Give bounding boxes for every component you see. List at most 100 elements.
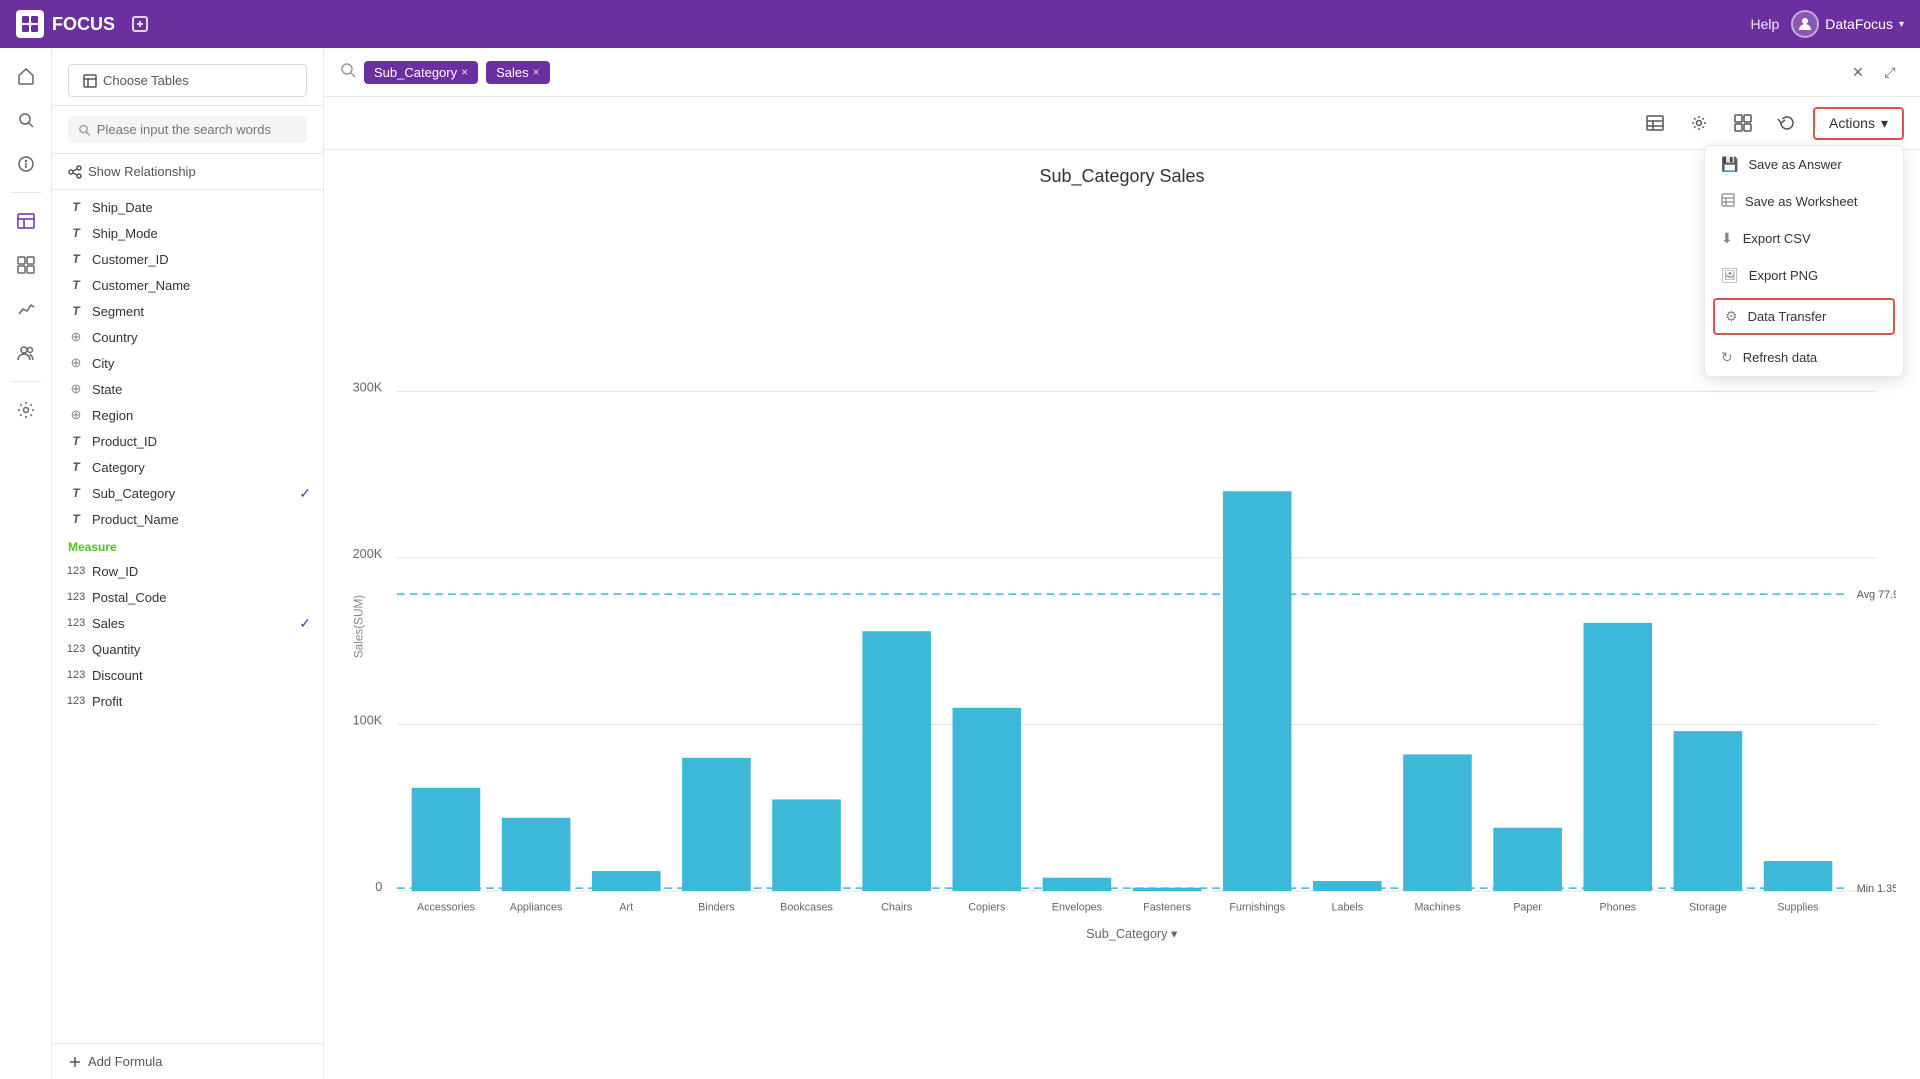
show-relationship-label: Show Relationship bbox=[88, 164, 196, 179]
bar-machines bbox=[1403, 754, 1472, 891]
bar-fasteners bbox=[1133, 888, 1202, 891]
field-label: Ship_Date bbox=[92, 200, 153, 215]
home-icon[interactable] bbox=[6, 56, 46, 96]
user-menu[interactable]: DataFocus ▾ bbox=[1791, 10, 1904, 38]
field-ship-mode[interactable]: T Ship_Mode bbox=[52, 220, 323, 246]
settings-icon[interactable] bbox=[6, 390, 46, 430]
field-profit[interactable]: 123 Profit bbox=[52, 688, 323, 714]
field-quantity[interactable]: 123 Quantity bbox=[52, 636, 323, 662]
field-customer-name[interactable]: T Customer_Name bbox=[52, 272, 323, 298]
expand-search-icon[interactable]: ⤢ bbox=[1876, 58, 1904, 86]
layout-icon[interactable] bbox=[6, 245, 46, 285]
actions-label: Actions bbox=[1829, 115, 1875, 131]
search-input[interactable] bbox=[558, 64, 1836, 80]
sidebar-search-area bbox=[52, 106, 323, 154]
bar-paper bbox=[1493, 828, 1562, 891]
sidebar-header: Choose Tables bbox=[52, 48, 323, 106]
field-label: Discount bbox=[92, 668, 143, 683]
field-category[interactable]: T Category bbox=[52, 454, 323, 480]
field-state[interactable]: ⊕ State bbox=[52, 376, 323, 402]
grid-view-icon[interactable] bbox=[1725, 105, 1761, 141]
svg-text:Art: Art bbox=[619, 902, 633, 914]
export-png-icon: 🖼 bbox=[1721, 267, 1739, 284]
chart-icon[interactable] bbox=[6, 289, 46, 329]
svg-text:Machines: Machines bbox=[1414, 902, 1460, 914]
text-type-icon: T bbox=[68, 251, 84, 267]
refresh-data-item[interactable]: ↻ Refresh data bbox=[1705, 339, 1903, 376]
add-tab-icon[interactable] bbox=[131, 15, 149, 33]
choose-tables-button[interactable]: Choose Tables bbox=[68, 64, 307, 97]
save-as-answer-item[interactable]: 💾 Save as Answer bbox=[1705, 146, 1903, 183]
field-ship-date[interactable]: T Ship_Date bbox=[52, 194, 323, 220]
field-label: Quantity bbox=[92, 642, 140, 657]
svg-text:Paper: Paper bbox=[1513, 902, 1542, 914]
field-row-id[interactable]: 123 Row_ID bbox=[52, 558, 323, 584]
field-product-name[interactable]: T Product_Name bbox=[52, 506, 323, 532]
svg-text:Min 1.35K: Min 1.35K bbox=[1857, 883, 1896, 895]
globe-type-icon: ⊕ bbox=[68, 329, 84, 345]
save-answer-icon: 💾 bbox=[1721, 156, 1738, 173]
search-nav-icon[interactable] bbox=[6, 100, 46, 140]
field-checked-icon: ✓ bbox=[299, 485, 311, 502]
svg-text:Sales(SUM): Sales(SUM) bbox=[353, 595, 366, 658]
tag-sales[interactable]: Sales × bbox=[486, 61, 550, 84]
field-segment[interactable]: T Segment bbox=[52, 298, 323, 324]
bar-envelopes bbox=[1043, 878, 1112, 891]
sidebar-search-input[interactable] bbox=[97, 122, 297, 137]
measure-section-label: Measure bbox=[52, 532, 323, 558]
field-sub-category[interactable]: T Sub_Category ✓ bbox=[52, 480, 323, 506]
globe-type-icon: ⊕ bbox=[68, 355, 84, 371]
bar-copiers bbox=[953, 708, 1022, 891]
clear-search-icon[interactable]: ✕ bbox=[1844, 58, 1872, 86]
export-csv-label: Export CSV bbox=[1743, 231, 1811, 246]
export-csv-item[interactable]: ⬇ Export CSV bbox=[1705, 220, 1903, 257]
tag-close-icon[interactable]: × bbox=[461, 65, 468, 79]
table-icon[interactable] bbox=[6, 201, 46, 241]
field-label: City bbox=[92, 356, 114, 371]
svg-text:Copiers: Copiers bbox=[968, 902, 1005, 914]
svg-text:Avg 77.95K: Avg 77.95K bbox=[1857, 589, 1896, 601]
field-country[interactable]: ⊕ Country bbox=[52, 324, 323, 350]
export-png-label: Export PNG bbox=[1749, 268, 1818, 283]
help-link[interactable]: Help bbox=[1750, 16, 1779, 32]
field-city[interactable]: ⊕ City bbox=[52, 350, 323, 376]
data-transfer-item[interactable]: ⚙ Data Transfer bbox=[1713, 298, 1895, 335]
svg-text:Chairs: Chairs bbox=[881, 902, 912, 914]
field-customer-id[interactable]: T Customer_ID bbox=[52, 246, 323, 272]
tag-sub-category[interactable]: Sub_Category × bbox=[364, 61, 478, 84]
show-relationship-btn[interactable]: Show Relationship bbox=[52, 154, 323, 190]
sidebar-footer: Add Formula bbox=[52, 1043, 323, 1079]
num-type-icon: 123 bbox=[68, 667, 84, 683]
field-sales[interactable]: 123 Sales ✓ bbox=[52, 610, 323, 636]
actions-button[interactable]: Actions ▾ bbox=[1813, 107, 1904, 140]
chart-title: Sub_Category Sales bbox=[348, 166, 1896, 187]
refresh-icon[interactable] bbox=[1769, 105, 1805, 141]
field-postal-code[interactable]: 123 Postal_Code bbox=[52, 584, 323, 610]
add-formula-button[interactable]: Add Formula bbox=[68, 1054, 307, 1069]
field-discount[interactable]: 123 Discount bbox=[52, 662, 323, 688]
svg-text:Binders: Binders bbox=[698, 902, 735, 914]
field-product-id[interactable]: T Product_ID bbox=[52, 428, 323, 454]
field-label: Product_Name bbox=[92, 512, 179, 527]
sidebar: Choose Tables Show Relationship T Ship_D… bbox=[52, 48, 324, 1079]
text-type-icon: T bbox=[68, 225, 84, 241]
tag-close-icon[interactable]: × bbox=[533, 65, 540, 79]
app-name: FOCUS bbox=[52, 14, 115, 35]
save-as-worksheet-item[interactable]: Save as Worksheet bbox=[1705, 183, 1903, 220]
svg-text:300K: 300K bbox=[353, 379, 383, 394]
svg-text:Furnishings: Furnishings bbox=[1229, 902, 1285, 914]
text-type-icon: T bbox=[68, 199, 84, 215]
logo-icon bbox=[16, 10, 44, 38]
search-icon[interactable] bbox=[340, 62, 356, 83]
export-png-item[interactable]: 🖼 Export PNG bbox=[1705, 257, 1903, 294]
info-icon[interactable] bbox=[6, 144, 46, 184]
divider2 bbox=[11, 381, 41, 382]
field-checked-icon: ✓ bbox=[299, 615, 311, 632]
users-icon[interactable] bbox=[6, 333, 46, 373]
table-view-icon[interactable] bbox=[1637, 105, 1673, 141]
field-region[interactable]: ⊕ Region bbox=[52, 402, 323, 428]
field-label: Ship_Mode bbox=[92, 226, 158, 241]
settings-chart-icon[interactable] bbox=[1681, 105, 1717, 141]
svg-text:Fasteners: Fasteners bbox=[1143, 902, 1191, 914]
num-type-icon: 123 bbox=[68, 563, 84, 579]
